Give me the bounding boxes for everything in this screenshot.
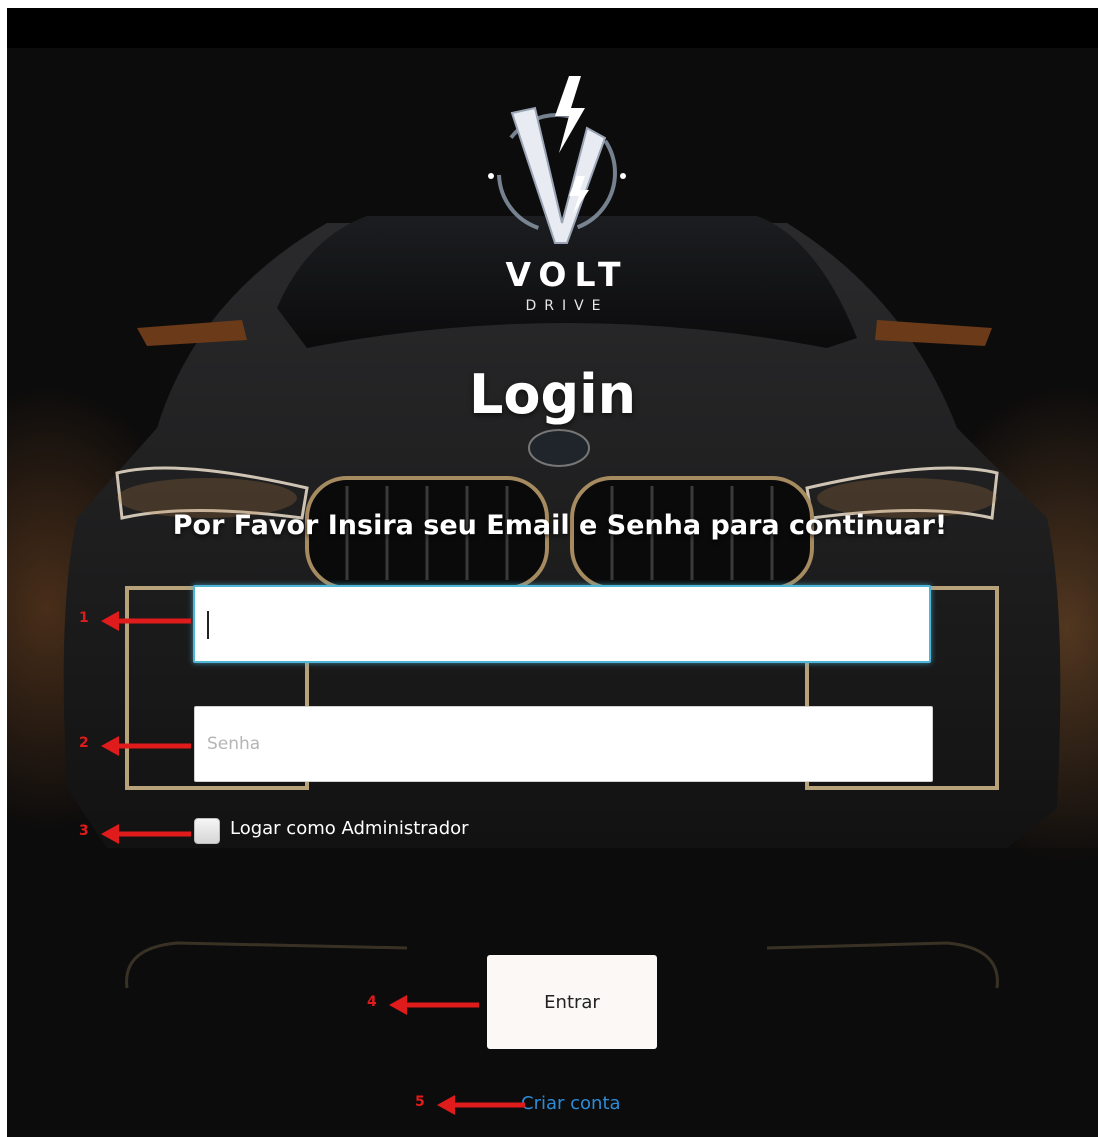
top-bar (7, 8, 1098, 48)
create-account-link[interactable]: Criar conta (521, 1093, 621, 1114)
page-title: Login (468, 363, 637, 426)
arrow-left-icon (101, 824, 191, 844)
submit-button[interactable]: Entrar (487, 955, 657, 1049)
brand-name: VOLT (505, 255, 629, 294)
arrow-left-icon (389, 995, 479, 1015)
login-instructions: Por Favor Insira seu Email e Senha para … (172, 510, 948, 541)
annotation-4: 4 (367, 990, 487, 1020)
annotation-5: 5 (415, 1090, 535, 1120)
arrow-left-icon (101, 736, 191, 756)
arrow-left-icon (437, 1095, 525, 1115)
annotation-1: 1 (79, 606, 199, 636)
email-field[interactable] (193, 585, 931, 663)
admin-checkbox-label[interactable]: Logar como Administrador (230, 818, 469, 839)
password-field[interactable] (194, 706, 933, 782)
annotation-3: 3 (79, 819, 199, 849)
lightning-v-icon (488, 76, 626, 244)
volt-drive-logo: VOLT DRIVE (477, 68, 657, 328)
brand-tagline: DRIVE (525, 298, 609, 314)
text-caret (207, 611, 209, 639)
login-screen: VOLT DRIVE Login Por Favor Insira seu Em… (7, 8, 1098, 1137)
annotation-2: 2 (79, 731, 199, 761)
arrow-left-icon (101, 611, 191, 631)
